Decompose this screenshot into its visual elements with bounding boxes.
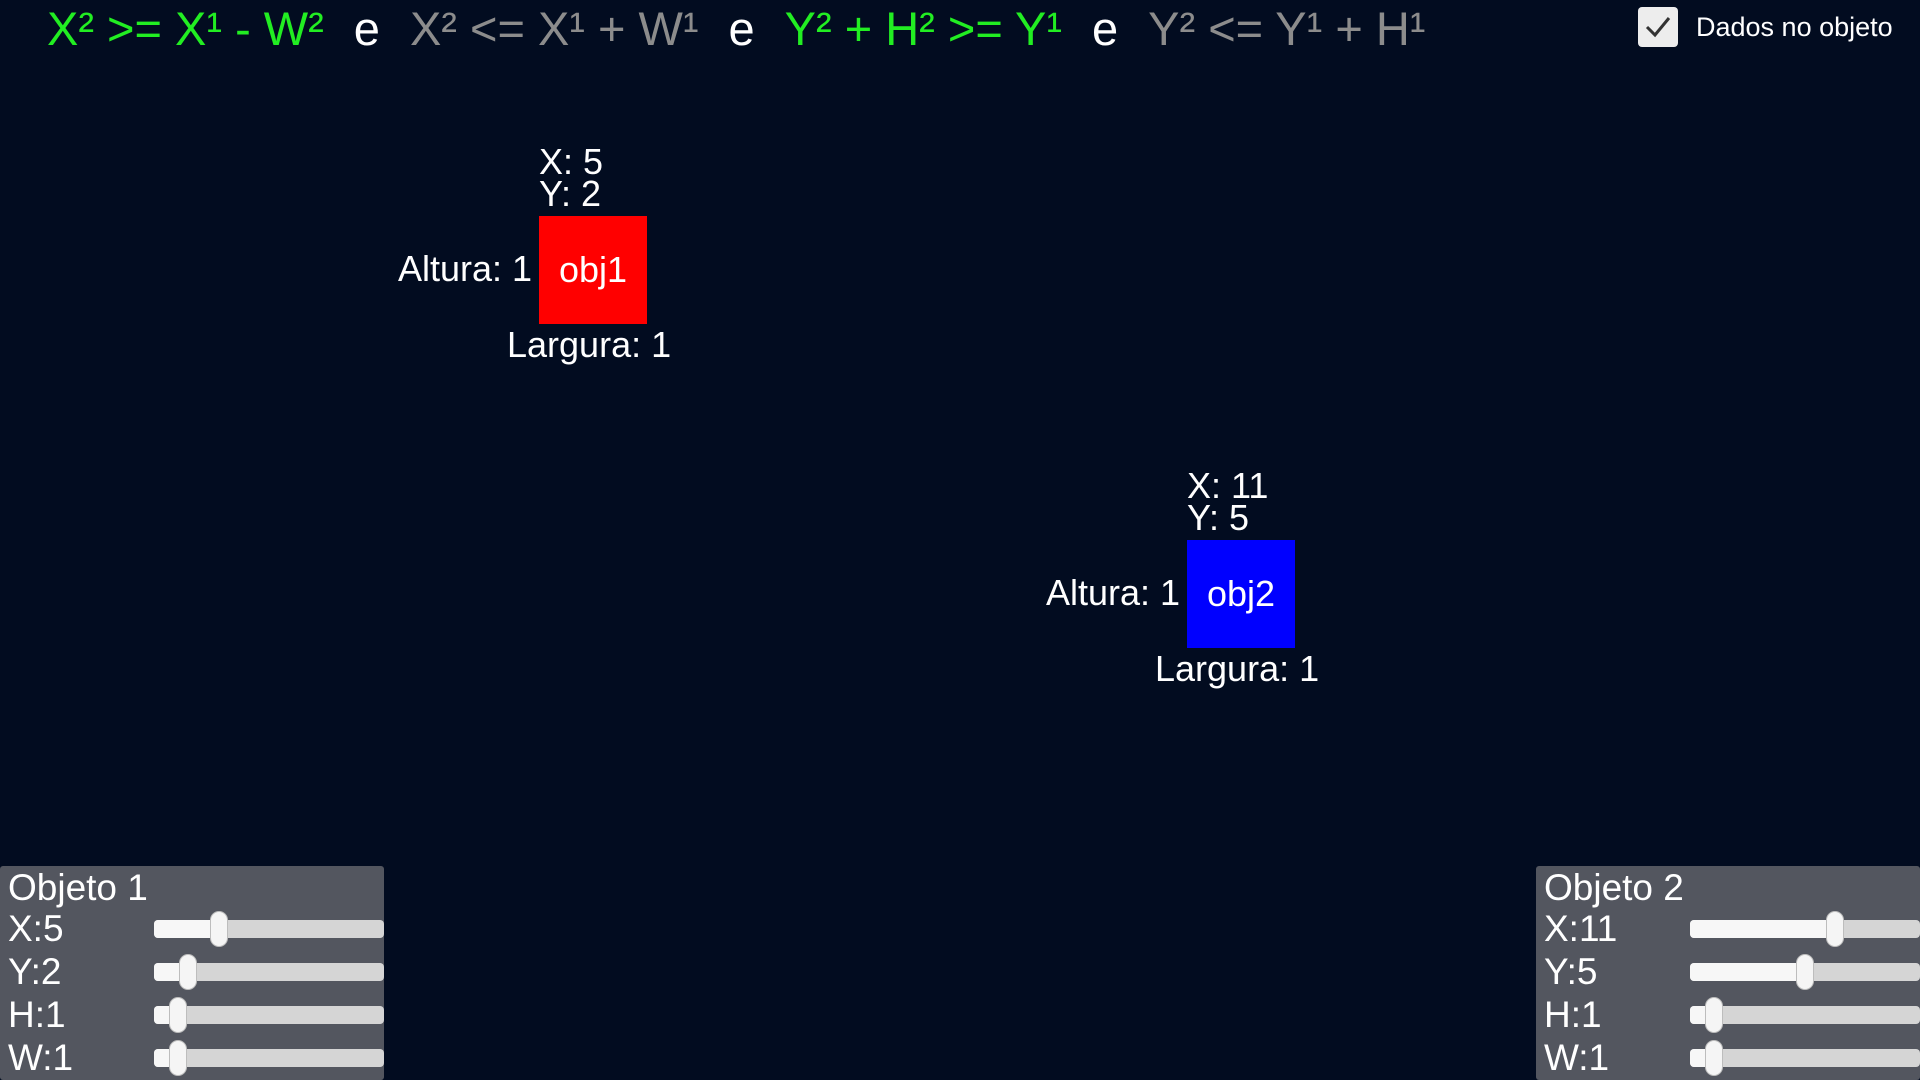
object-1-x-slider-label: X:5 [8, 908, 64, 949]
object-2-h-slider-label: H:1 [1544, 994, 1602, 1035]
condition-3: Y² + H² >= Y¹ [784, 1, 1062, 55]
object-1-w-slider-label: W:1 [8, 1037, 74, 1078]
object-2-w-slider[interactable] [1690, 1040, 1920, 1076]
condition-2: X² <= X¹ + W¹ [409, 1, 699, 55]
slider-handle[interactable] [1705, 997, 1724, 1033]
object-1-x-row: X:5 [8, 908, 384, 950]
object-1-panel: Objeto 1 X:5 Y:2 H:1 W:1 [0, 866, 384, 1080]
object-1-w-slider[interactable] [154, 1040, 384, 1076]
checkmark-icon [1645, 17, 1671, 38]
object-2-height-label: Altura: 1 [1046, 572, 1181, 613]
object-1-width-label: Largura: 1 [507, 324, 672, 365]
object-2-h-slider[interactable] [1690, 997, 1920, 1033]
show-data-toggle[interactable]: Dados no objeto [1638, 7, 1893, 47]
object-2-x-slider-label: X:11 [1544, 908, 1618, 949]
object-1-y-slider[interactable] [154, 954, 384, 990]
object-1-y-row: Y:2 [8, 951, 384, 993]
object-2-y-slider[interactable] [1690, 954, 1920, 990]
collision-conditions: X² >= X¹ - W² e X² <= X¹ + W¹ e Y² + H² … [47, 0, 1425, 56]
show-data-label: Dados no objeto [1696, 11, 1893, 42]
slider-handle[interactable] [209, 911, 228, 947]
object-2-x-slider[interactable] [1690, 911, 1920, 947]
slider-handle[interactable] [179, 954, 198, 990]
slider-fill [154, 920, 219, 938]
object-1-h-slider[interactable] [154, 997, 384, 1033]
object-2-panel-title: Objeto 2 [1544, 867, 1684, 908]
object-2-y-slider-label: Y:5 [1544, 951, 1598, 992]
object-1-x-slider[interactable] [154, 911, 384, 947]
object-2-width-label: Largura: 1 [1155, 648, 1320, 689]
object-2-y-row: Y:5 [1544, 951, 1920, 993]
slider-fill [1690, 963, 1805, 981]
show-data-checkbox[interactable] [1638, 7, 1678, 47]
object-2-h-row: H:1 [1544, 994, 1920, 1036]
object-1-w-row: W:1 [8, 1037, 384, 1079]
object-1-y-slider-label: Y:2 [8, 951, 62, 992]
app-stage: X² >= X¹ - W² e X² <= X¹ + W¹ e Y² + H² … [0, 0, 1920, 1080]
joiner-2: e [728, 1, 755, 55]
joiner-3: e [1092, 1, 1119, 55]
object-1-height-label: Altura: 1 [398, 248, 533, 289]
object-2-panel: Objeto 2 X:11 Y:5 H:1 W:1 [1536, 866, 1920, 1080]
slider-fill [1690, 920, 1835, 938]
object-1-h-row: H:1 [8, 994, 384, 1036]
object-1-h-slider-label: H:1 [8, 994, 66, 1035]
object-2-y-label: Y: 5 [1187, 497, 1250, 538]
slider-handle[interactable] [1705, 1040, 1724, 1076]
object-1-y-label: Y: 2 [539, 173, 602, 214]
object-2-box[interactable]: obj2 [1187, 540, 1295, 648]
condition-4: Y² <= Y¹ + H¹ [1148, 1, 1426, 55]
object-2-x-row: X:11 [1544, 908, 1920, 950]
object-1-panel-title: Objeto 1 [8, 867, 148, 908]
object-2-w-row: W:1 [1544, 1037, 1920, 1079]
object-1-box[interactable]: obj1 [539, 216, 647, 324]
joiner-1: e [353, 1, 380, 55]
slider-handle[interactable] [1825, 911, 1844, 947]
condition-1: X² >= X¹ - W² [47, 1, 324, 55]
object-2-w-slider-label: W:1 [1544, 1037, 1610, 1078]
slider-handle[interactable] [169, 1040, 188, 1076]
slider-handle[interactable] [169, 997, 188, 1033]
slider-handle[interactable] [1796, 954, 1814, 990]
